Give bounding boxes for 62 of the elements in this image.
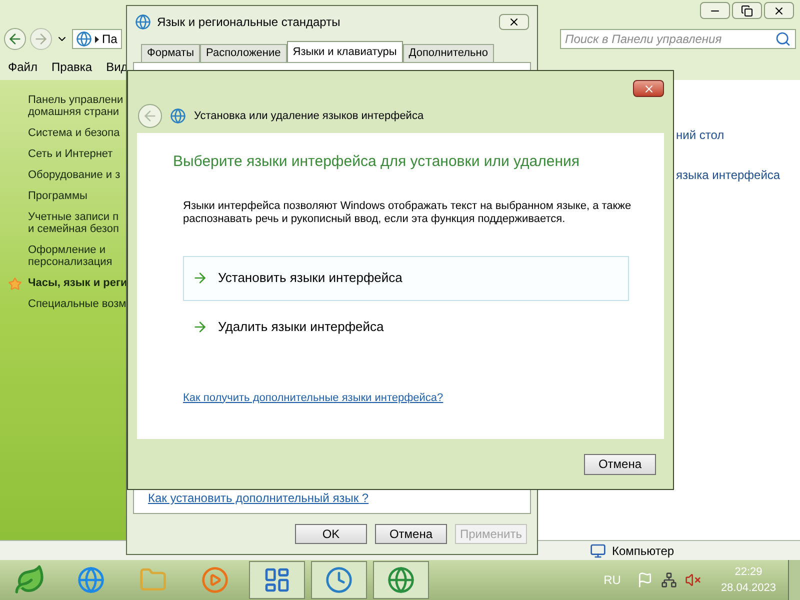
address-field[interactable]: Па xyxy=(72,29,122,49)
search-icon xyxy=(775,31,791,47)
sidebar-item[interactable]: Оборудование и з xyxy=(28,169,126,181)
network-icon[interactable] xyxy=(660,572,677,588)
cancel-button[interactable]: Отмена xyxy=(584,454,656,474)
back-button[interactable] xyxy=(138,104,162,128)
link[interactable]: Как получить дополнительные языки интерфейса? xyxy=(183,390,628,406)
window-title: Язык и региональные стандарты xyxy=(157,14,342,31)
clock-icon xyxy=(325,566,353,594)
back-button[interactable] xyxy=(4,28,26,50)
dialog-button[interactable]: Отмена xyxy=(375,524,447,544)
globe-icon xyxy=(170,108,186,124)
globe-icon xyxy=(76,31,92,47)
show-desktop-button[interactable] xyxy=(788,560,800,600)
forward-arrow-icon xyxy=(33,31,49,47)
taskbar-button[interactable] xyxy=(373,561,429,599)
leaf-icon xyxy=(14,564,46,596)
status-text: Компьютер xyxy=(612,542,674,560)
sidebar-item[interactable]: Программы xyxy=(28,190,126,202)
close-button[interactable] xyxy=(633,80,664,97)
menu-item[interactable]: Файл xyxy=(8,58,38,76)
taskbar-button[interactable] xyxy=(311,561,367,599)
menu-item[interactable]: Правка xyxy=(52,58,92,76)
tab[interactable]: Дополнительно xyxy=(402,44,494,62)
tab[interactable]: Языки и клавиатуры xyxy=(286,41,403,62)
chevron-icon xyxy=(95,36,99,42)
tab[interactable]: Расположение xyxy=(200,44,287,62)
star-icon xyxy=(8,277,22,291)
close-button[interactable] xyxy=(764,2,794,19)
link[interactable]: языка интерфейса xyxy=(676,166,780,184)
search-field[interactable]: Поиск в Панели управления xyxy=(560,29,796,49)
close-icon xyxy=(508,16,520,28)
sidebar-item[interactable]: Сеть и Интернет xyxy=(28,148,126,160)
taskbar-button[interactable] xyxy=(249,561,305,599)
close-icon xyxy=(773,4,785,16)
play-icon xyxy=(201,566,229,594)
sidebar-item[interactable]: Учетные записи п и семейная безоп xyxy=(28,211,126,235)
globe-icon xyxy=(387,566,415,594)
link[interactable]: Как установить дополнительный язык ? xyxy=(148,489,522,507)
restore-button[interactable] xyxy=(732,2,762,19)
sidebar-item[interactable]: Оформление и персонализация xyxy=(28,244,126,268)
link[interactable]: ний стол xyxy=(676,126,780,144)
dialog-title: Установка или удаление языков интерфейса xyxy=(194,108,424,124)
heading: Выберите языки интерфейса для установки или удаления xyxy=(173,152,581,172)
close-icon xyxy=(642,82,654,94)
panel-icon xyxy=(263,566,291,594)
dialog-button[interactable]: OK xyxy=(295,524,367,544)
computer-icon xyxy=(590,542,606,558)
sidebar-item[interactable]: Специальные возм xyxy=(28,298,126,310)
sidebar-item[interactable]: Панель управлени домашняя страни xyxy=(28,94,126,118)
sidebar-item[interactable]: Часы, язык и реги xyxy=(28,277,126,289)
globe-icon xyxy=(135,14,151,30)
option-button[interactable]: Установить языки интерфейса xyxy=(183,256,629,300)
tab[interactable]: Форматы xyxy=(141,44,200,62)
flag-icon[interactable] xyxy=(636,572,653,588)
browser-icon xyxy=(77,566,105,594)
speaker-icon[interactable] xyxy=(684,572,701,588)
sidebar-item[interactable]: Система и безопа xyxy=(28,127,126,139)
restore-icon xyxy=(741,4,753,16)
option-button[interactable]: Удалить языки интерфейса xyxy=(183,304,629,350)
close-button[interactable] xyxy=(499,14,529,30)
description: Языки интерфейса позволяют Windows отображать текст на выбранном языке, а также распознавать речь и рукописный ввод, если эта функция поддерживается. xyxy=(183,200,632,226)
